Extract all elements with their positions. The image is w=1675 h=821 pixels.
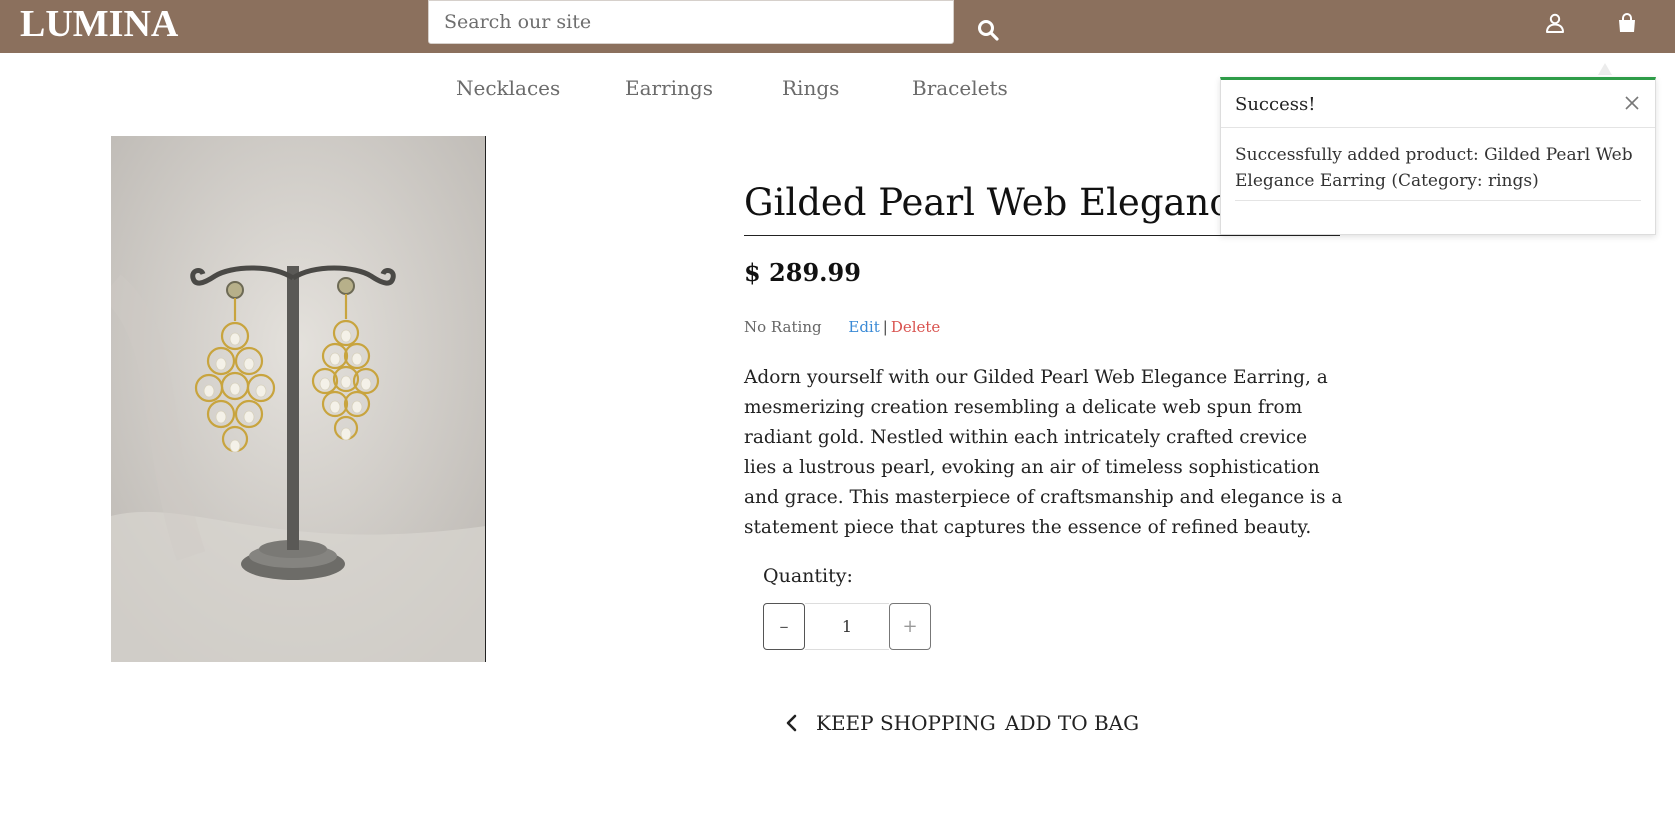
edit-link[interactable]: Edit [848,318,879,336]
quantity-input[interactable] [805,603,889,650]
account-button[interactable] [1539,8,1571,38]
top-header: LUMINA [0,0,1675,53]
add-to-bag-button[interactable]: ADD TO BAG [1005,711,1139,735]
nav-item-earrings[interactable]: Earrings [625,76,713,100]
rating-text: No Rating [744,318,822,336]
toast-caret [1598,63,1612,75]
shopping-bag-icon [1619,13,1635,32]
success-toast: Success! Successfully added product: Gil… [1220,77,1656,235]
product-description: Adorn yourself with our Gilded Pearl Web… [744,367,1343,538]
close-icon [1625,96,1639,110]
search-button[interactable] [968,12,1008,48]
shopping-bag-button[interactable] [1611,8,1643,38]
toast-message: Successfully added product: Gilded Pearl… [1235,145,1633,191]
product-meta: No Rating Edit | Delete [744,318,940,336]
nav-item-rings[interactable]: Rings [782,76,839,100]
product-price: $ 289.99 [744,258,861,287]
nav-item-necklaces[interactable]: Necklaces [456,76,560,100]
nav-item-bracelets[interactable]: Bracelets [912,76,1008,100]
search-input[interactable] [428,0,954,44]
quantity-increase-button[interactable]: + [889,603,931,650]
site-logo[interactable]: LUMINA [20,2,178,46]
delete-link[interactable]: Delete [891,318,940,336]
quantity-stepper: – + [763,603,931,650]
link-separator: | [882,318,888,336]
search-icon [978,20,999,41]
user-icon [1546,13,1564,33]
chevron-left-icon [784,712,802,734]
keep-shopping-button[interactable]: KEEP SHOPPING [784,711,996,735]
toast-header: Success! [1221,80,1655,128]
toast-divider [1235,200,1641,201]
earring-photo [111,136,485,662]
quantity-label: Quantity: [763,565,853,587]
toast-close-button[interactable] [1623,94,1641,112]
quantity-decrease-button[interactable]: – [763,603,805,650]
toast-title: Success! [1235,94,1316,115]
keep-shopping-label: KEEP SHOPPING [816,711,996,735]
product-image [111,136,486,662]
